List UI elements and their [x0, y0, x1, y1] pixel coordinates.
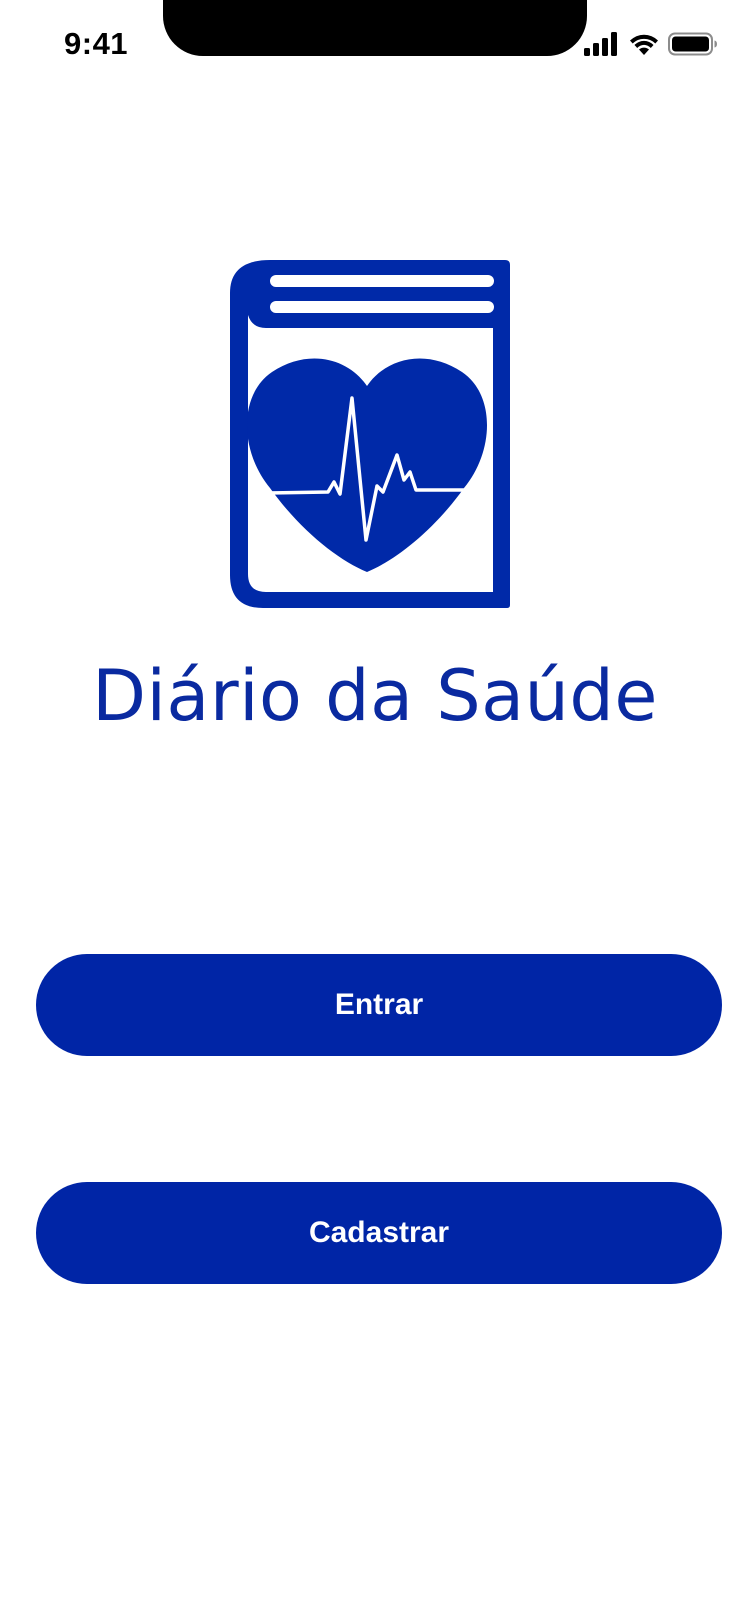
status-bar: 9:41: [0, 0, 750, 88]
wifi-icon: [630, 34, 658, 55]
battery-icon: [668, 32, 717, 56]
status-icons: [584, 32, 718, 56]
signal-icon: [584, 32, 617, 56]
status-time: 9:41: [64, 26, 129, 61]
device-notch: [163, 0, 587, 56]
enter-button[interactable]: Entrar: [36, 954, 722, 1056]
app-title: Diário da Saúde: [92, 655, 658, 737]
register-button[interactable]: Cadastrar: [36, 1182, 722, 1284]
book-heart-logo-icon: [230, 260, 510, 608]
